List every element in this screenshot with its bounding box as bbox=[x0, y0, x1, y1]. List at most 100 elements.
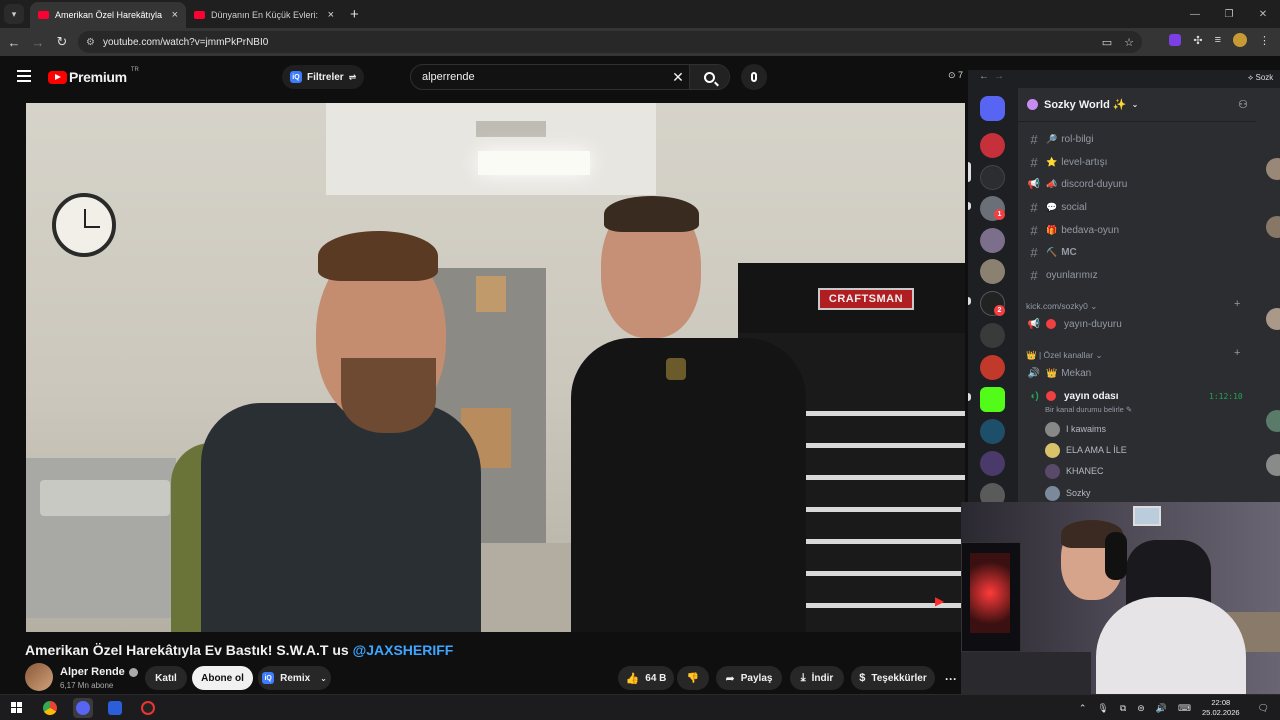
member-avatar[interactable] bbox=[1266, 308, 1280, 330]
notification-icon[interactable]: 🗨 bbox=[1258, 703, 1269, 714]
thanks-button[interactable]: $ Teşekkürler bbox=[851, 666, 935, 690]
forward-icon[interactable]: → bbox=[26, 35, 50, 50]
voice-user[interactable]: KHANEC bbox=[1045, 462, 1104, 480]
server-icon[interactable] bbox=[980, 387, 1005, 412]
voice-user[interactable]: Sozky bbox=[1045, 484, 1091, 502]
keyboard-icon[interactable]: ⌨ bbox=[1178, 703, 1191, 714]
taskbar-app[interactable] bbox=[105, 698, 125, 718]
add-channel-icon[interactable]: + bbox=[1234, 298, 1240, 310]
address-bar[interactable]: ⚙ youtube.com/watch?v=jmmPkPrNBI0 ▭ ☆ bbox=[78, 31, 1142, 53]
taskbar-discord[interactable] bbox=[73, 698, 93, 718]
tray-chevron-icon[interactable]: ⌃ bbox=[1079, 703, 1087, 714]
member-avatar[interactable] bbox=[1266, 410, 1280, 432]
youtube-logo[interactable]: Premium TR bbox=[48, 67, 139, 85]
subscribe-button[interactable]: Abone ol bbox=[192, 666, 253, 690]
voice-channel-yayin-odasi[interactable]: ◖) yayın odası bbox=[1026, 386, 1118, 406]
category-kick[interactable]: kick.com/sozky0 ⌄ bbox=[1026, 301, 1097, 312]
clear-search-icon[interactable]: ✕ bbox=[667, 69, 689, 86]
server-icon[interactable] bbox=[980, 483, 1005, 502]
download-button[interactable]: ⤓ İndir bbox=[790, 666, 844, 690]
voice-user[interactable]: ELA AMA L İLE bbox=[1045, 441, 1127, 459]
category-special[interactable]: 👑 | Özel kanallar ⌄ bbox=[1026, 350, 1103, 361]
browser-tab-active[interactable]: Amerikan Özel Harekâtıyla Ev B × bbox=[30, 2, 186, 28]
screen-icon[interactable]: ⧉ bbox=[1120, 703, 1126, 714]
invite-people-icon[interactable]: ⚇ bbox=[1238, 98, 1248, 111]
member-avatar[interactable] bbox=[1266, 454, 1280, 476]
taskbar-chrome[interactable] bbox=[40, 698, 60, 718]
channel-avatar[interactable] bbox=[25, 663, 53, 691]
dislike-button[interactable]: 👎 bbox=[677, 666, 709, 690]
member-avatar[interactable] bbox=[1266, 158, 1280, 180]
server-icon[interactable] bbox=[980, 228, 1005, 253]
search-input[interactable]: alperrende bbox=[411, 71, 667, 83]
tab-search-button[interactable]: ▾ bbox=[4, 4, 24, 24]
close-tab-icon[interactable]: × bbox=[328, 9, 334, 21]
search-box: alperrende ✕ bbox=[410, 64, 730, 90]
voice-status[interactable]: Bir kanal durumu belirle ✎ bbox=[1045, 405, 1132, 414]
add-channel-icon[interactable]: + bbox=[1234, 347, 1240, 359]
thumbs-down-icon: 👎 bbox=[686, 672, 700, 684]
restore-icon[interactable]: ❐ bbox=[1212, 9, 1246, 20]
back-icon[interactable]: ← bbox=[2, 35, 26, 50]
channel-level-artisi[interactable]: # ⭐ level-artışı bbox=[1026, 152, 1107, 172]
close-tab-icon[interactable]: × bbox=[172, 9, 178, 21]
server-icon[interactable] bbox=[980, 259, 1005, 284]
channel-yayin-duyuru[interactable]: 📢 yayın-duyuru bbox=[1026, 314, 1122, 334]
voice-user[interactable]: I kawaims bbox=[1045, 420, 1106, 438]
channel-discord-duyuru[interactable]: 📢 📣 discord-duyuru bbox=[1026, 174, 1128, 194]
bookmark-star-icon[interactable]: ☆ bbox=[1124, 36, 1134, 49]
network-icon[interactable]: ⊜ bbox=[1137, 703, 1145, 714]
extension-icon[interactable] bbox=[1169, 34, 1182, 46]
minimize-icon[interactable]: — bbox=[1178, 9, 1212, 20]
server-icon[interactable] bbox=[980, 165, 1005, 190]
channel-oyunlarimiz[interactable]: # oyunlarımız bbox=[1026, 265, 1097, 285]
filters-button[interactable]: iQ Filtreler ⇌ bbox=[282, 65, 365, 89]
server-icon[interactable] bbox=[980, 419, 1005, 444]
new-tab-button[interactable]: + bbox=[350, 6, 359, 23]
windows-start-icon[interactable] bbox=[11, 702, 22, 713]
mention-link[interactable]: @JAXSHERIFF bbox=[353, 642, 454, 658]
discord-home-icon[interactable] bbox=[980, 96, 1005, 121]
hamburger-menu-icon[interactable] bbox=[17, 70, 31, 82]
profile-avatar[interactable] bbox=[1233, 33, 1247, 47]
join-button[interactable]: Katıl bbox=[145, 666, 187, 690]
top-right-partial: ⊙ 7 bbox=[948, 70, 964, 80]
reading-list-icon[interactable]: ≡ bbox=[1215, 34, 1221, 46]
system-clock[interactable]: 22:08 25.02.2026 bbox=[1202, 698, 1240, 718]
voice-search-button[interactable] bbox=[741, 64, 767, 90]
forward-icon[interactable]: → bbox=[994, 71, 1004, 82]
member-avatar[interactable] bbox=[1266, 216, 1280, 238]
channel-mc[interactable]: # ⛏️ MC bbox=[1026, 242, 1076, 262]
volume-icon[interactable]: 🔊 bbox=[1156, 703, 1167, 714]
voice-channel-mekan[interactable]: 🔊 👑 Mekan bbox=[1026, 363, 1091, 383]
share-button[interactable]: ➦ Paylaş bbox=[716, 666, 782, 690]
server-header[interactable]: Sozky World ✨ ⌄ ⚇ bbox=[1018, 88, 1256, 122]
channel-social[interactable]: # 💬 social bbox=[1026, 197, 1086, 217]
close-window-icon[interactable]: ✕ bbox=[1246, 9, 1280, 20]
notification-badge: 2 bbox=[994, 305, 1005, 316]
puzzle-icon[interactable]: ✣ bbox=[1193, 34, 1202, 47]
taskbar-obs[interactable] bbox=[138, 698, 158, 718]
tab-title: Dünyanın En Küçük Evleri: 1,5 m bbox=[211, 10, 320, 20]
back-icon[interactable]: ← bbox=[979, 71, 989, 82]
remix-button[interactable]: iQ Remix ⌄ bbox=[258, 666, 331, 690]
search-button[interactable] bbox=[689, 65, 729, 89]
menu-dots-icon[interactable]: ⋮ bbox=[1259, 34, 1270, 47]
server-icon[interactable] bbox=[980, 451, 1005, 476]
video-player[interactable]: CRAFTSMAN ▶ bbox=[26, 103, 965, 632]
channel-watermark-icon[interactable]: ▶ bbox=[935, 594, 944, 608]
cast-icon[interactable]: ▭ bbox=[1102, 36, 1112, 49]
cabinet-brand-label: CRAFTSMAN bbox=[818, 288, 914, 310]
channel-rol-bilgi[interactable]: # 🔎 rol-bilgi bbox=[1026, 129, 1093, 149]
server-icon[interactable] bbox=[980, 133, 1005, 158]
reload-icon[interactable]: ↻ bbox=[50, 34, 74, 50]
channel-bedava-oyun[interactable]: # 🎁 bedava-oyun bbox=[1026, 220, 1119, 240]
like-button[interactable]: 👍 64 B bbox=[618, 666, 674, 690]
server-icon[interactable] bbox=[980, 323, 1005, 348]
mic-tray-icon[interactable]: 🎙 bbox=[1097, 703, 1108, 714]
channel-name[interactable]: Alper Rende bbox=[60, 666, 138, 678]
server-icon[interactable] bbox=[980, 355, 1005, 380]
site-info-icon[interactable]: ⚙ bbox=[86, 37, 95, 48]
browser-tab[interactable]: Dünyanın En Küçük Evleri: 1,5 m × bbox=[186, 2, 342, 28]
more-actions-icon[interactable]: ··· bbox=[945, 672, 957, 686]
